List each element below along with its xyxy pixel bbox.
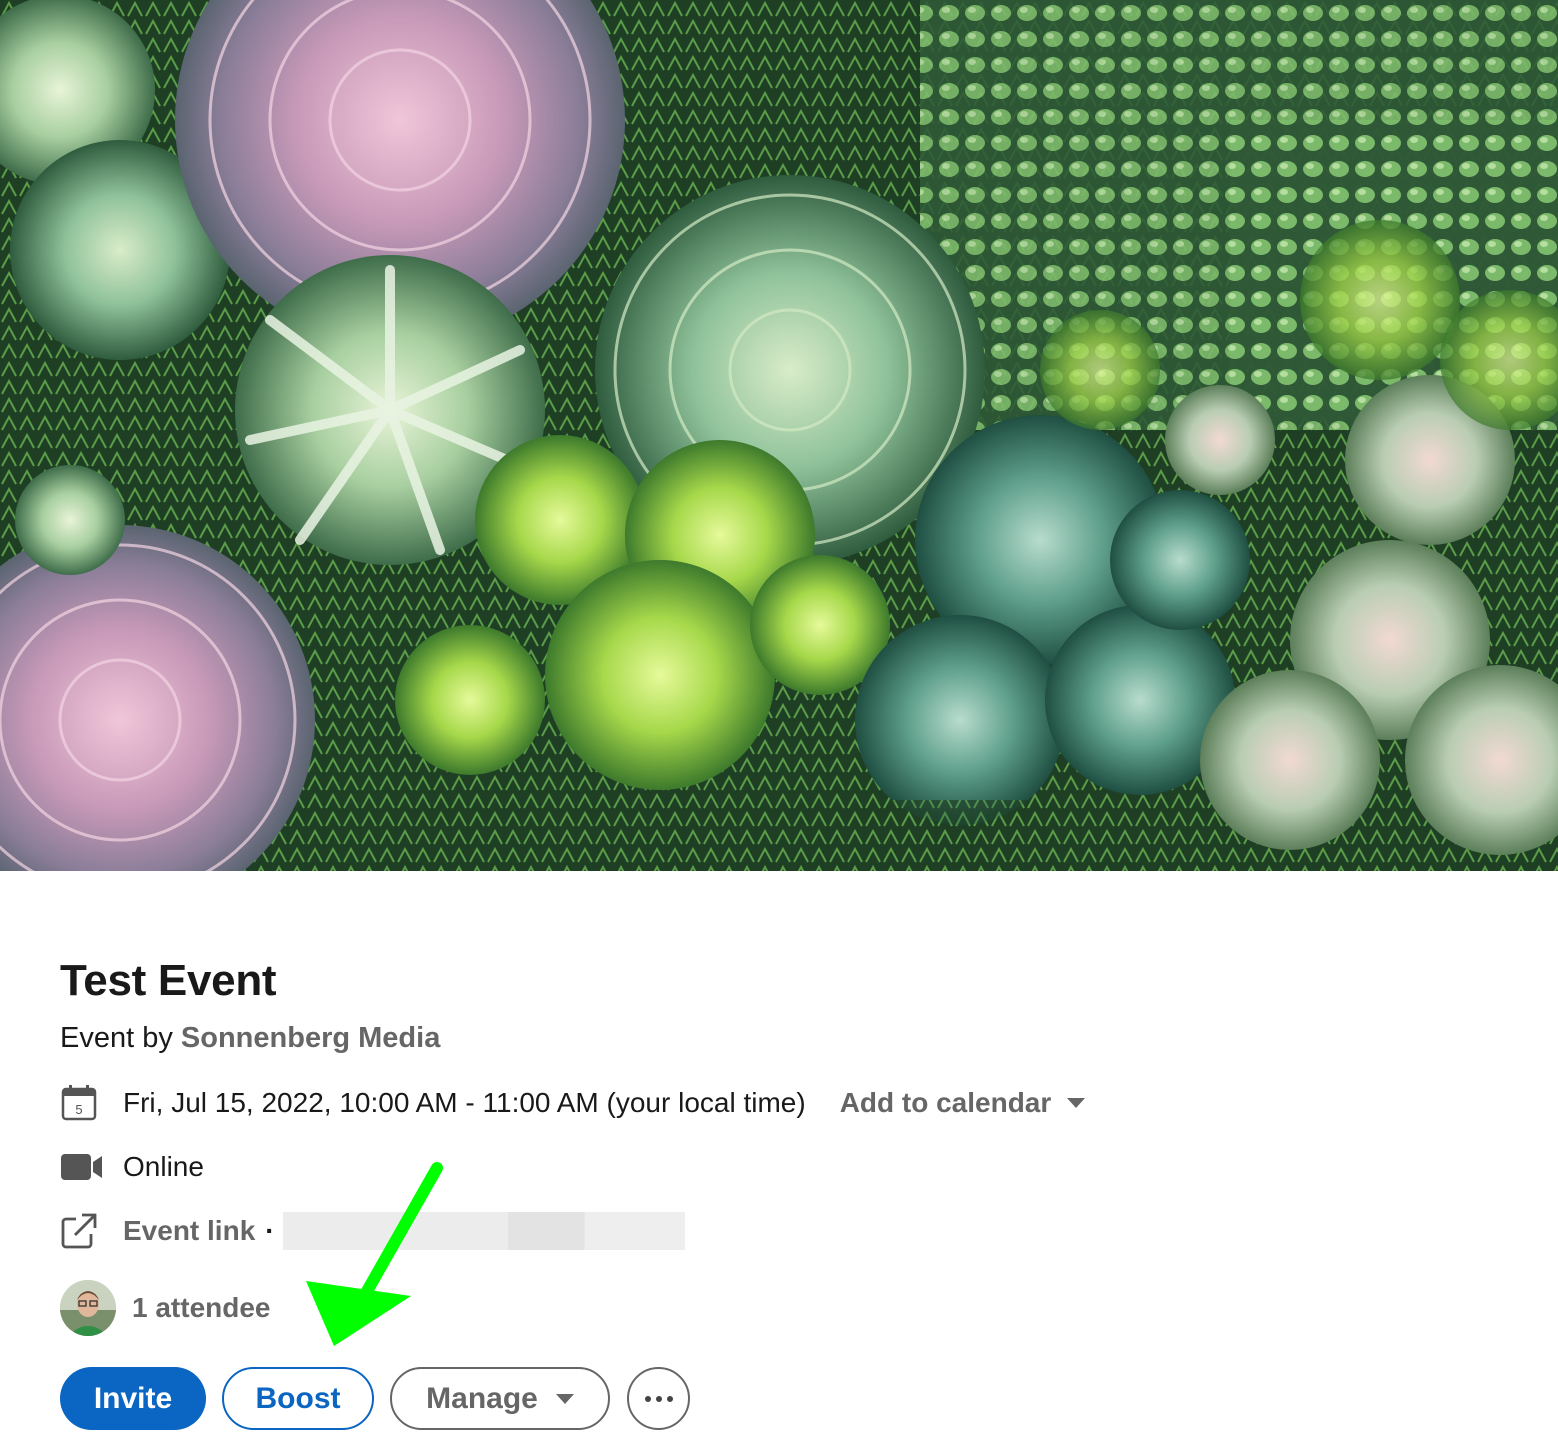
event-datetime-row: 5 Fri, Jul 15, 2022, 10:00 AM - 11:00 AM… bbox=[60, 1083, 1086, 1123]
more-icon bbox=[644, 1395, 673, 1402]
byline-prefix: Event by bbox=[60, 1022, 173, 1054]
event-page: Test Event Event by Sonnenberg Media 5 F… bbox=[0, 0, 1558, 1450]
event-link-row: Event link · bbox=[60, 1211, 685, 1251]
manage-label: Manage bbox=[426, 1381, 538, 1415]
attendee-count: 1 attendee bbox=[132, 1292, 271, 1323]
add-to-calendar-label: Add to calendar bbox=[839, 1087, 1052, 1118]
calendar-icon: 5 bbox=[60, 1083, 106, 1123]
event-banner-image bbox=[0, 0, 1558, 871]
link-separator: · bbox=[265, 1215, 275, 1246]
external-link-icon bbox=[60, 1211, 106, 1251]
invite-button[interactable]: Invite bbox=[60, 1367, 206, 1430]
boost-button[interactable]: Boost bbox=[222, 1367, 374, 1430]
organizer-link[interactable]: Sonnenberg Media bbox=[181, 1022, 440, 1054]
manage-dropdown-button[interactable]: Manage bbox=[390, 1367, 610, 1430]
event-byline: Event by Sonnenberg Media bbox=[60, 1022, 440, 1055]
add-to-calendar-dropdown[interactable]: Add to calendar bbox=[840, 1087, 1086, 1119]
chevron-down-icon bbox=[1067, 1098, 1086, 1108]
chevron-down-icon bbox=[555, 1393, 574, 1404]
more-options-button[interactable] bbox=[627, 1367, 690, 1430]
attendees-row[interactable]: 1 attendee bbox=[60, 1280, 271, 1336]
event-location: Online bbox=[123, 1151, 204, 1182]
event-datetime: Fri, Jul 15, 2022, 10:00 AM - 11:00 AM (… bbox=[123, 1087, 806, 1118]
redacted-event-url[interactable] bbox=[282, 1212, 685, 1250]
video-camera-icon bbox=[60, 1147, 106, 1187]
event-location-row: Online bbox=[60, 1147, 204, 1187]
avatar bbox=[60, 1280, 116, 1336]
svg-text:5: 5 bbox=[75, 1102, 82, 1117]
event-link-label: Event link bbox=[123, 1215, 256, 1246]
succulent-photo bbox=[0, 0, 1558, 871]
event-title: Test Event bbox=[60, 956, 277, 1005]
